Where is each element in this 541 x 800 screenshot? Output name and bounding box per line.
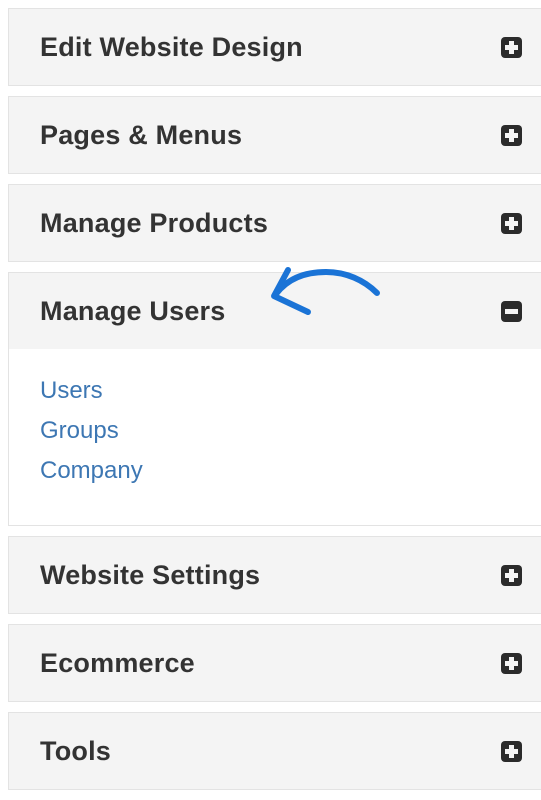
panel-header-edit-website-design[interactable]: Edit Website Design bbox=[9, 9, 541, 85]
panel-header-manage-users[interactable]: Manage Users bbox=[9, 273, 541, 349]
panel-title: Manage Products bbox=[40, 207, 269, 238]
panel-header-pages-menus[interactable]: Pages & Menus bbox=[9, 97, 541, 173]
panel-title: Ecommerce bbox=[40, 647, 195, 678]
panel-manage-users: Manage Users Users Groups Company bbox=[8, 272, 541, 526]
panel-header-website-settings[interactable]: Website Settings bbox=[9, 537, 541, 613]
admin-menu-accordion: Edit Website Design Pages & Menus Manage… bbox=[8, 8, 541, 800]
panel-header-tools[interactable]: Tools bbox=[9, 713, 541, 789]
panel-title: Tools bbox=[40, 735, 111, 766]
panel-manage-products: Manage Products bbox=[8, 184, 541, 262]
panel-edit-website-design: Edit Website Design bbox=[8, 8, 541, 86]
panel-title: Manage Users bbox=[40, 295, 226, 326]
panel-website-settings: Website Settings bbox=[8, 536, 541, 614]
plus-square-icon[interactable] bbox=[501, 125, 522, 146]
plus-square-icon[interactable] bbox=[501, 213, 522, 234]
panel-title: Website Settings bbox=[40, 559, 261, 590]
plus-square-icon[interactable] bbox=[501, 37, 522, 58]
link-company[interactable]: Company bbox=[40, 447, 541, 495]
panel-pages-menus: Pages & Menus bbox=[8, 96, 541, 174]
minus-square-icon[interactable] bbox=[501, 301, 522, 322]
panel-ecommerce: Ecommerce bbox=[8, 624, 541, 702]
panel-header-ecommerce[interactable]: Ecommerce bbox=[9, 625, 541, 701]
panel-title: Pages & Menus bbox=[40, 119, 243, 150]
panel-header-manage-products[interactable]: Manage Products bbox=[9, 185, 541, 261]
plus-square-icon[interactable] bbox=[501, 653, 522, 674]
panel-title: Edit Website Design bbox=[40, 31, 303, 62]
panel-body-manage-users: Users Groups Company bbox=[9, 349, 541, 525]
plus-square-icon[interactable] bbox=[501, 565, 522, 586]
panel-tools: Tools bbox=[8, 712, 541, 790]
plus-square-icon[interactable] bbox=[501, 741, 522, 762]
